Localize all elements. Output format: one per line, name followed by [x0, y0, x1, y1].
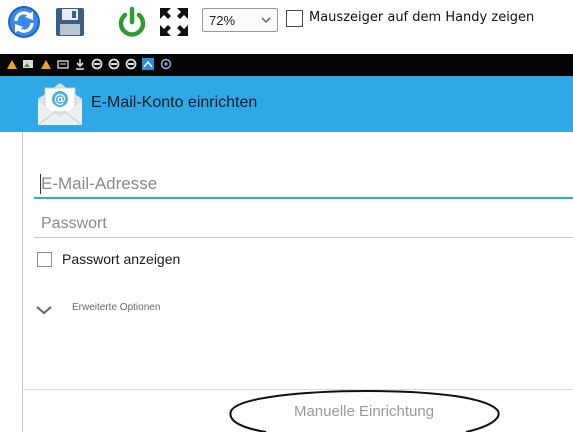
fullscreen-icon[interactable]: [158, 6, 190, 38]
show-password-checkbox[interactable]: [37, 252, 52, 267]
screen: 72% Mauszeiger auf dem Handy zeigen @ E-…: [0, 0, 573, 432]
show-pointer-label: Mauszeiger auf dem Handy zeigen: [309, 10, 535, 25]
email-field[interactable]: E-Mail-Adresse: [40, 172, 573, 200]
settings-notification-icon: [160, 58, 172, 70]
save-icon[interactable]: [54, 6, 86, 38]
password-placeholder: Passwort: [41, 215, 107, 232]
email-notification-icon: [142, 58, 154, 70]
password-field-underline: [34, 237, 573, 238]
show-password-label: Passwort anzeigen: [62, 251, 181, 267]
chevron-down-icon[interactable]: [35, 304, 53, 316]
manual-setup-label: Manuelle Einrichtung: [293, 403, 435, 420]
password-field[interactable]: Passwort: [40, 212, 573, 238]
email-field-underline: [34, 197, 573, 199]
app-bar: @ E-Mail-Konto einrichten: [0, 76, 573, 132]
zoom-select[interactable]: 72%: [202, 8, 278, 32]
page-title: E-Mail-Konto einrichten: [91, 94, 258, 111]
svg-text:@: @: [54, 92, 66, 106]
image-notification-icon: [23, 60, 33, 68]
keyboard-notification-icon: [57, 60, 69, 69]
zoom-value: 72%: [209, 13, 236, 28]
chevron-down-icon: [261, 17, 271, 23]
download-icon: [76, 59, 84, 70]
sync-icon: [91, 58, 103, 70]
advanced-options-toggle[interactable]: Erweiterte Optionen: [72, 302, 160, 313]
phone-status-bar: [0, 54, 573, 76]
host-toolbar: 72% Mauszeiger auf dem Handy zeigen: [0, 0, 573, 44]
app-notification-icon: [41, 60, 51, 69]
content-edge: [22, 132, 23, 432]
email-app-icon: @: [37, 83, 83, 126]
app-notification-icon: [7, 60, 17, 69]
sync-icon: [108, 58, 120, 70]
refresh-icon[interactable]: [6, 4, 42, 40]
email-placeholder: E-Mail-Adresse: [41, 174, 158, 193]
sync-icon: [125, 58, 137, 70]
manual-setup-button[interactable]: Manuelle Einrichtung: [226, 389, 502, 432]
show-pointer-checkbox[interactable]: [286, 10, 303, 27]
power-icon[interactable]: [116, 6, 148, 38]
